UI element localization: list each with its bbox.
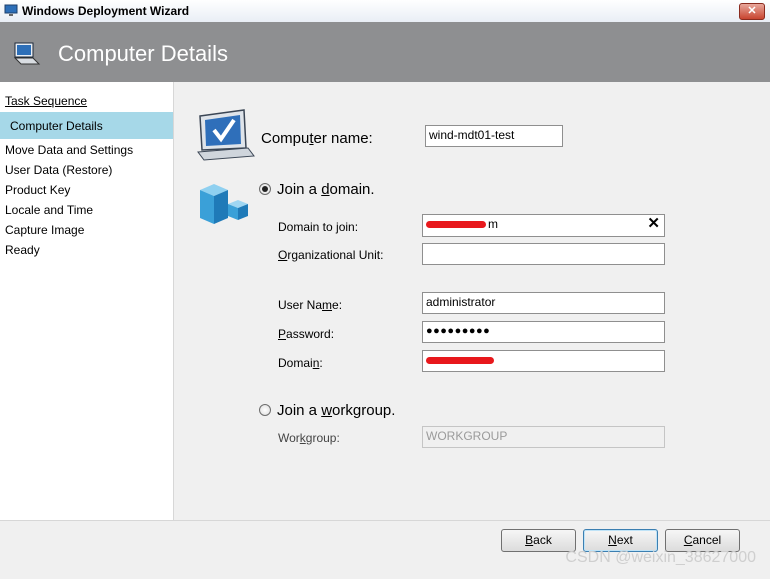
domain-label: Domain: bbox=[278, 356, 323, 370]
title-bar: Windows Deployment Wizard ✕ bbox=[0, 0, 770, 23]
sidebar-item-move-data[interactable]: Move Data and Settings bbox=[5, 143, 133, 157]
domain-to-join-input[interactable]: m ✕ bbox=[422, 214, 665, 237]
page-banner: Computer Details bbox=[0, 22, 770, 82]
sidebar-item-computer-details[interactable]: Computer Details bbox=[10, 119, 103, 133]
join-workgroup-radio[interactable] bbox=[259, 404, 271, 416]
computer-icon bbox=[4, 4, 18, 16]
workgroup-label: Workgroup: bbox=[278, 431, 340, 445]
main-panel: Computer name: wind-mdt01-test Join a do… bbox=[174, 82, 770, 520]
user-name-label: User Name: bbox=[278, 298, 343, 312]
domain-to-join-label: Domain to join: bbox=[278, 220, 359, 234]
computer-name-input[interactable]: wind-mdt01-test bbox=[425, 125, 563, 147]
join-domain-label[interactable]: Join a domain. bbox=[277, 181, 375, 198]
close-button[interactable]: ✕ bbox=[739, 3, 765, 20]
user-name-input[interactable]: administrator bbox=[422, 292, 665, 314]
button-bar: Back Next Cancel CSDN @weixin_38627000 bbox=[0, 520, 770, 579]
workgroup-input: WORKGROUP bbox=[422, 426, 665, 448]
clear-icon[interactable]: ✕ bbox=[647, 215, 660, 233]
redaction-mark bbox=[426, 357, 494, 365]
domain-input[interactable] bbox=[422, 350, 665, 372]
window-title: Windows Deployment Wizard bbox=[22, 4, 190, 18]
sidebar-item-product-key[interactable]: Product Key bbox=[5, 183, 70, 197]
redaction-mark bbox=[426, 221, 486, 229]
join-workgroup-label[interactable]: Join a workgroup. bbox=[277, 402, 395, 419]
join-domain-radio[interactable] bbox=[259, 183, 271, 195]
computer-check-icon bbox=[197, 109, 255, 161]
sidebar-item-locale-time[interactable]: Locale and Time bbox=[5, 203, 93, 217]
watermark-text: CSDN @weixin_38627000 bbox=[565, 549, 756, 566]
computer-name-label: Computer name: bbox=[261, 130, 373, 147]
sidebar-item-ready[interactable]: Ready bbox=[5, 243, 40, 257]
computer-icon bbox=[13, 42, 41, 65]
password-input[interactable]: ●●●●●●●●● bbox=[422, 321, 665, 343]
domain-server-icon bbox=[200, 184, 248, 224]
sidebar-item-task-sequence[interactable]: Task Sequence bbox=[5, 94, 87, 108]
sidebar: Task Sequence Computer Details Move Data… bbox=[0, 82, 174, 520]
org-unit-input[interactable] bbox=[422, 243, 665, 265]
page-title: Computer Details bbox=[58, 41, 228, 66]
password-label: Password: bbox=[278, 327, 335, 341]
sidebar-item-capture-image[interactable]: Capture Image bbox=[5, 223, 84, 237]
sidebar-item-user-data[interactable]: User Data (Restore) bbox=[5, 163, 112, 177]
org-unit-label: Organizational Unit: bbox=[278, 248, 384, 262]
